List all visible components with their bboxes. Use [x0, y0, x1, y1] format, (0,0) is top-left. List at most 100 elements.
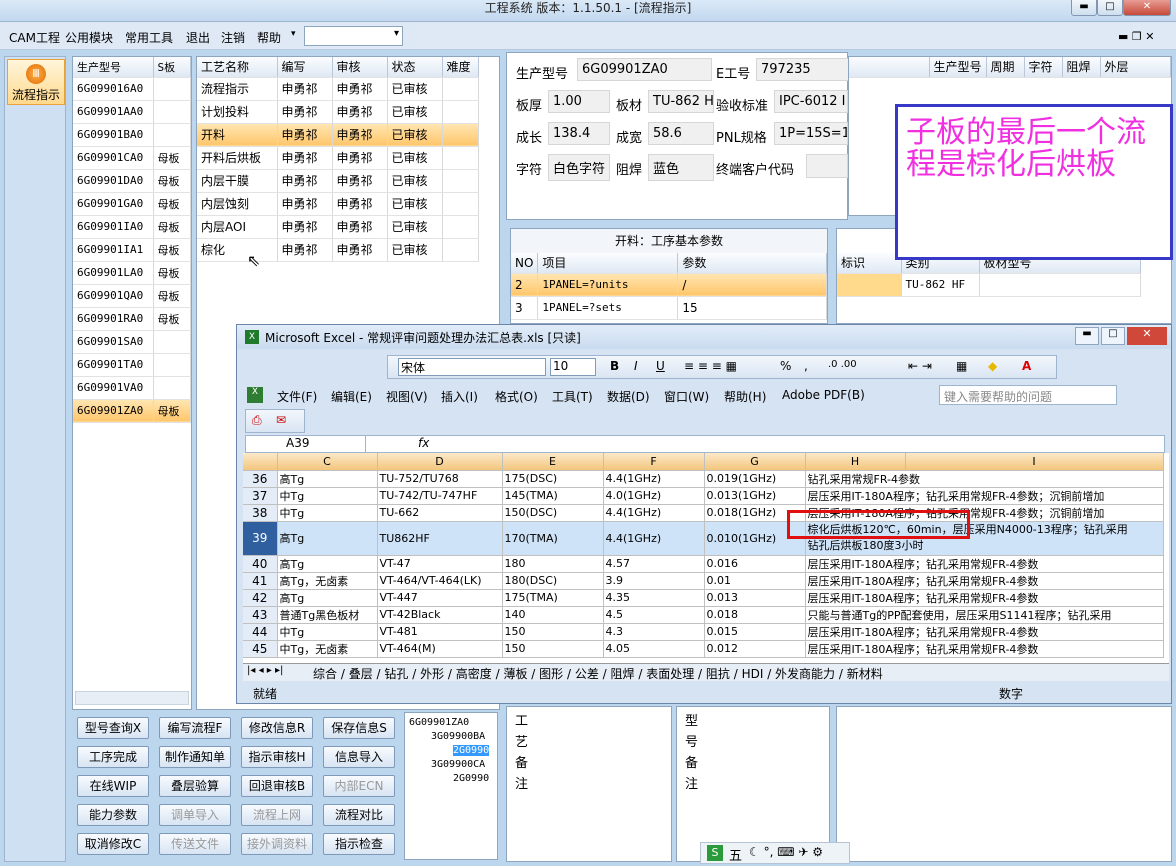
stack-check-button[interactable]: 叠层验算 [159, 775, 231, 797]
review-button[interactable]: 指示审核H [241, 746, 313, 768]
sheet-tab[interactable]: 新材料 [847, 667, 883, 681]
flow-compare-button[interactable]: 流程对比 [323, 804, 395, 826]
model-row[interactable]: 6G09901IA1 母板 [73, 238, 191, 262]
sheet-row[interactable]: 45 中Tg，无卤素 VT-464(M) 150 4.05 0.012 层压采用IT-180… [243, 640, 1164, 658]
mdi-window-controls[interactable]: ▬ ❐ ✕ [1118, 30, 1154, 43]
pdf-icon[interactable]: ⎙ [252, 413, 262, 428]
ime-icons[interactable]: ☾ °, ⌨ ✈ ⚙ [749, 845, 823, 859]
col-header-c[interactable]: C [277, 453, 378, 471]
col-header[interactable]: S板 [153, 57, 191, 78]
model-query-button[interactable]: 型号查询X [77, 717, 149, 739]
capability-button[interactable]: 能力参数 [77, 804, 149, 826]
model-row[interactable]: 6G09901SA0 [73, 330, 191, 354]
col-header-d[interactable]: D [377, 453, 503, 471]
process-done-button[interactable]: 工序完成 [77, 746, 149, 768]
sheet-tab[interactable]: 图形 [539, 667, 563, 681]
process-row[interactable]: 棕化 申勇祁 申勇祁 已审核 [197, 238, 479, 262]
ime-mode[interactable]: 五 [729, 845, 742, 864]
process-row[interactable]: 内层AOI 申勇祁 申勇祁 已审核 [197, 215, 479, 239]
tree-node-selected[interactable]: 2G0990 [453, 745, 490, 756]
model-row[interactable]: 6G09901VA0 [73, 376, 191, 400]
tree-node[interactable]: 2G0990 [453, 773, 489, 784]
rollback-button[interactable]: 回退审核B [241, 775, 313, 797]
col-header[interactable]: 编写 [277, 57, 333, 78]
online-wip-button[interactable]: 在线WIP [77, 775, 149, 797]
name-box[interactable]: A39 [246, 436, 366, 452]
import-button[interactable]: 信息导入 [323, 746, 395, 768]
char-field[interactable]: 白色字符 [548, 154, 610, 181]
process-row-selected[interactable]: 开料 申勇祁 申勇祁 已审核 [197, 123, 479, 147]
model-row[interactable]: 6G099016A0 [73, 77, 191, 101]
model-row[interactable]: 6G09901LA0 母板 [73, 261, 191, 285]
menu-exit[interactable]: 退出 [186, 29, 210, 46]
sheet-tab[interactable]: 外形 [420, 667, 444, 681]
col-header[interactable]: 工艺名称 [197, 57, 278, 78]
sheet-row[interactable]: 42 高Tg VT-447 175(TMA) 4.35 0.013 层压采用IT-180A程… [243, 589, 1164, 607]
align-icons[interactable]: ≡ ≡ ≡ ▦ [684, 359, 737, 373]
pdf-mail-icon[interactable]: ✉ [276, 413, 286, 427]
model-row[interactable]: 6G09901DA0 母板 [73, 169, 191, 193]
model-row[interactable]: 6G09901TA0 [73, 353, 191, 377]
menu-help[interactable]: 帮助 [257, 29, 281, 46]
order-import-button[interactable]: 调单导入 [159, 804, 231, 826]
excel-menu-pdf[interactable]: Adobe PDF(B) [782, 388, 865, 402]
thick-field[interactable]: 1.00 [548, 90, 610, 113]
minimize-button[interactable]: ▬ [1071, 0, 1097, 16]
sheet-tab[interactable]: 综合 [313, 667, 337, 681]
help-search-input[interactable]: 键入需要帮助的问题 [939, 385, 1117, 405]
flow-instruction-button[interactable]: Ⅲ 流程指示 [7, 59, 65, 105]
param-row[interactable]: 3 1PANEL=?sets 15 [511, 296, 827, 320]
cancel-modify-button[interactable]: 取消修改C [77, 833, 149, 855]
sheet-row[interactable]: 37 中Tg TU-742/TU-747HF 145(TMA) 4.0(1GHz) 0.0… [243, 487, 1164, 505]
comma-icon[interactable]: , [804, 359, 808, 373]
material-row[interactable]: TU-862 HF [837, 273, 1141, 297]
model-row[interactable]: 6G09901QA0 母板 [73, 284, 191, 308]
sheet-row[interactable]: 40 高Tg VT-47 180 4.57 0.016 层压采用IT-180A程序；钻孔采用… [243, 555, 1164, 573]
sheet-tab[interactable]: 钻孔 [384, 667, 408, 681]
width-field[interactable]: 58.6 [648, 122, 714, 145]
sheet-tab[interactable]: 阻抗 [706, 667, 730, 681]
menu-cam[interactable]: CAM工程 [9, 29, 60, 46]
sheet-row-selected[interactable]: 39 高Tg TU862HF 170(TMA) 4.4(1GHz) 0.010(1GHz… [243, 521, 1164, 556]
menu-logout[interactable]: 注销 [221, 29, 245, 46]
col-header-i[interactable]: I [905, 453, 1164, 471]
excel-menu-file[interactable]: 文件(F) [277, 388, 317, 405]
sheet-tab[interactable]: 外发商能力 [775, 667, 835, 681]
col-header-g[interactable]: G [704, 453, 806, 471]
internal-ecn-button[interactable]: 内部ECN [323, 775, 395, 797]
tree-node[interactable]: 3G09900BA [431, 731, 485, 742]
sheet-tab[interactable]: 公差 [575, 667, 599, 681]
fill-color-icon[interactable]: ◆ [988, 359, 997, 373]
model-row[interactable]: 6G09901IA0 母板 [73, 215, 191, 239]
tree-node[interactable]: 3G09900CA [431, 759, 485, 770]
col-header[interactable]: 难度 [442, 57, 479, 78]
excel-menu-tools[interactable]: 工具(T) [552, 388, 593, 405]
material-field[interactable]: TU-862 H [648, 90, 714, 113]
sheet-tab[interactable]: 叠层 [349, 667, 373, 681]
process-row[interactable]: 计划投料 申勇祁 申勇祁 已审核 [197, 100, 479, 124]
excel-menu-help[interactable]: 帮助(H) [724, 388, 766, 405]
col-header-h[interactable]: H [805, 453, 906, 471]
save-info-button[interactable]: 保存信息S [323, 717, 395, 739]
excel-menu-edit[interactable]: 编辑(E) [331, 388, 372, 405]
excel-minimize[interactable]: ▬ [1075, 327, 1099, 345]
sheet-tab[interactable]: HDI [742, 667, 764, 681]
col-header-f[interactable]: F [603, 453, 705, 471]
percent-icon[interactable]: % [780, 359, 791, 373]
customer-field[interactable] [806, 154, 848, 178]
edit-flow-button[interactable]: 编写流程F [159, 717, 231, 739]
col-header[interactable]: 状态 [387, 57, 443, 78]
sheet-tab[interactable]: 表面处理 [646, 667, 694, 681]
excel-menu-window[interactable]: 窗口(W) [664, 388, 709, 405]
col-header-e[interactable]: E [502, 453, 604, 471]
check-button[interactable]: 指示检查 [323, 833, 395, 855]
sheet-tab[interactable]: 高密度 [456, 667, 492, 681]
sheet-tab[interactable]: 阻焊 [611, 667, 635, 681]
flow-online-button[interactable]: 流程上网 [241, 804, 313, 826]
excel-close[interactable]: ✕ [1127, 327, 1167, 345]
ime-logo-icon[interactable]: S [707, 845, 723, 861]
mask-field[interactable]: 蓝色 [648, 154, 714, 181]
external-data-button[interactable]: 接外调资料 [241, 833, 313, 855]
sheet-row[interactable]: 43 普通Tg黑色板材 VT-42Black 140 4.5 0.018 只能与普通Tg的P… [243, 606, 1164, 624]
tab-nav-icons[interactable]: |◂ ◂ ▸ ▸| [247, 665, 283, 676]
